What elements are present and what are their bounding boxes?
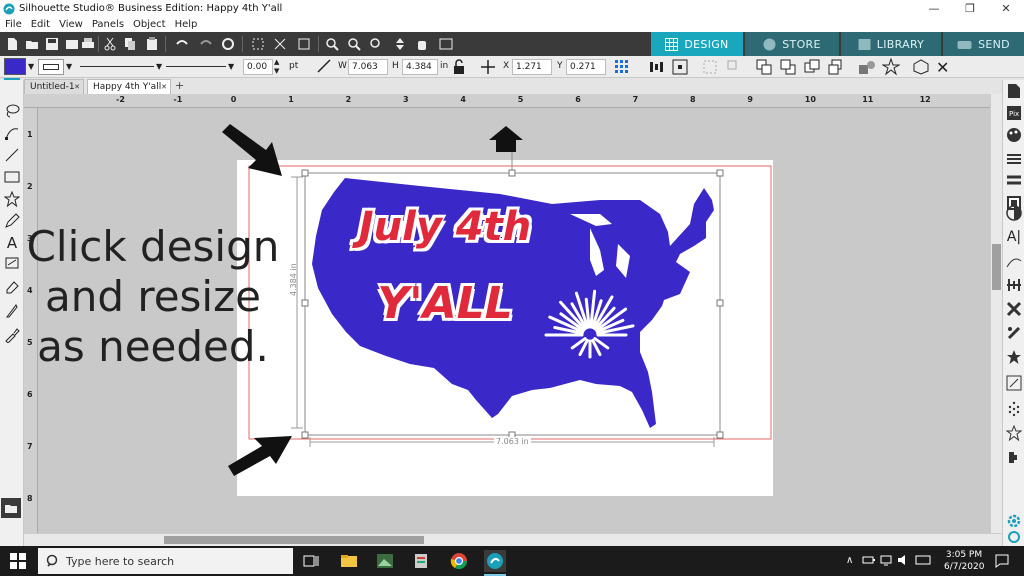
horizontal-scrollbar[interactable] <box>24 533 1002 546</box>
refresh-icon[interactable] <box>1005 528 1023 546</box>
taskbar-search-box[interactable]: Type here to search <box>38 548 293 574</box>
network-icon[interactable] <box>880 554 894 569</box>
instruction-text: Click design and resize as needed. <box>26 222 280 371</box>
resize-handle-tl[interactable] <box>301 169 309 177</box>
svg-text:Pix: Pix <box>1009 110 1019 118</box>
fill-palette-icon[interactable] <box>1005 126 1023 144</box>
resize-handle-r[interactable] <box>716 299 724 307</box>
clock-time: 3:05 PM <box>945 550 983 560</box>
resize-handle-bl[interactable] <box>301 431 309 439</box>
right-panel: Pix A| <box>1002 80 1024 546</box>
transform-icon[interactable] <box>1005 374 1023 392</box>
trace-icon[interactable] <box>1005 324 1023 342</box>
resize-handle-br[interactable] <box>716 431 724 439</box>
office-app-icon[interactable] <box>410 550 432 572</box>
arrow-pointer-up-icon <box>489 126 523 152</box>
volume-icon[interactable] <box>897 554 911 569</box>
width-dimension-label: 7.063 in <box>494 437 531 446</box>
july-4th-text[interactable]: July 4th <box>340 204 550 250</box>
text-to-path-icon[interactable] <box>1005 252 1023 270</box>
resize-handle-t[interactable] <box>508 169 516 177</box>
line-panel-icon[interactable] <box>1005 172 1023 190</box>
windows-taskbar: Type here to search ∧ 3:05 PM 6/7/2020 <box>0 546 1024 576</box>
pixscan-icon[interactable]: Pix <box>1005 104 1023 122</box>
tray-chevron-up-icon[interactable]: ∧ <box>846 555 853 566</box>
favorite-star-icon[interactable] <box>1005 424 1023 442</box>
keyboard-icon[interactable] <box>915 554 931 569</box>
vertical-scrollbar[interactable] <box>990 94 1002 533</box>
chrome-icon[interactable] <box>448 550 470 572</box>
search-placeholder: Type here to search <box>66 554 175 568</box>
system-clock[interactable]: 3:05 PM 6/7/2020 <box>944 549 984 573</box>
modify-icon[interactable] <box>1005 300 1023 318</box>
horizontal-scroll-thumb[interactable] <box>164 536 424 544</box>
windows-start-icon[interactable] <box>10 553 26 572</box>
arrow-pointer-top-icon <box>222 124 282 176</box>
photos-app-icon[interactable] <box>374 550 396 572</box>
yall-text[interactable]: Y'ALL <box>370 280 520 328</box>
battery-icon[interactable] <box>862 554 876 569</box>
replicate-icon[interactable] <box>1005 348 1023 366</box>
resize-handle-tr[interactable] <box>716 169 724 177</box>
notifications-icon[interactable] <box>994 553 1010 572</box>
offset-icon[interactable] <box>1005 276 1023 294</box>
search-icon <box>46 554 58 567</box>
clock-date: 6/7/2020 <box>944 562 985 572</box>
page-setup-icon[interactable] <box>1005 82 1023 100</box>
nesting-icon[interactable] <box>1005 448 1023 466</box>
file-explorer-icon[interactable] <box>338 550 360 572</box>
arrow-pointer-bottom-icon <box>228 436 292 476</box>
vertical-scroll-thumb[interactable] <box>992 244 1001 290</box>
text-style-icon[interactable]: A| <box>1005 228 1023 246</box>
resize-handle-l[interactable] <box>301 299 309 307</box>
transparency-icon[interactable] <box>1005 204 1023 222</box>
rhinestone-icon[interactable] <box>1005 400 1023 418</box>
task-view-icon[interactable] <box>300 550 322 572</box>
silhouette-taskbar-icon[interactable] <box>484 550 506 572</box>
line-style-icon[interactable] <box>1005 150 1023 168</box>
